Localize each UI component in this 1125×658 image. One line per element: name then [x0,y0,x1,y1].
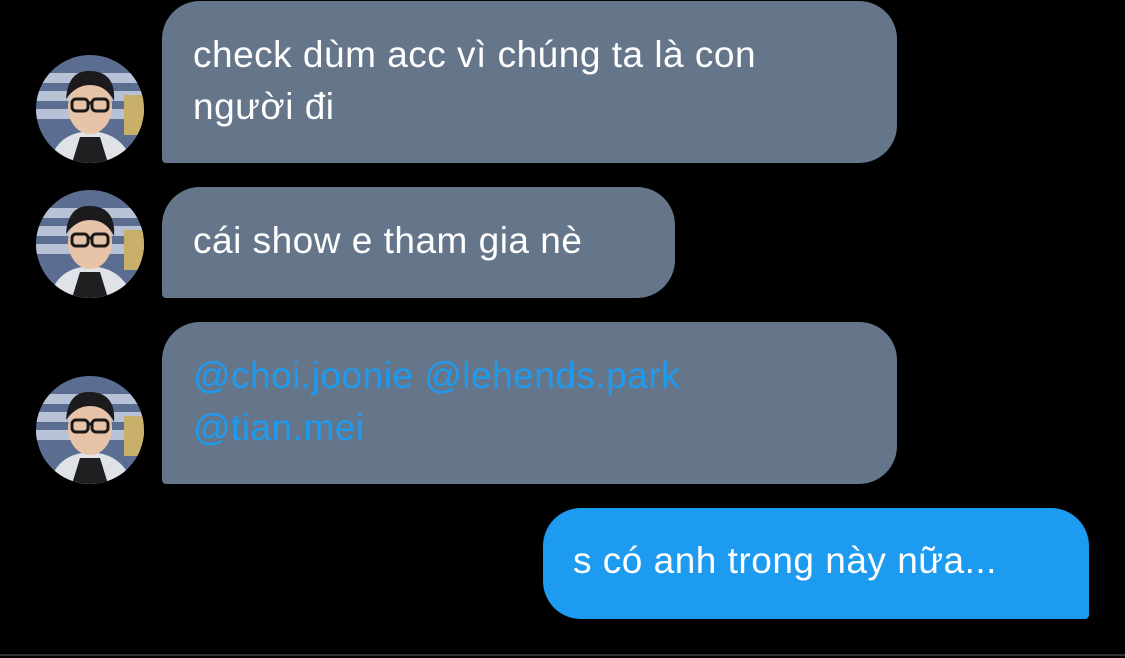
dm-conversation: check dùm acc vì chúng ta là con người đ… [0,0,1125,658]
message-bubble-incoming[interactable]: @choi.joonie @lehends.park @tian.mei [162,322,897,484]
message-text: cái show e tham gia nè [193,220,583,261]
message-text: s có anh trong này nữa... [573,540,997,581]
profile-photo-icon [36,376,144,484]
message-bubble-outgoing[interactable]: s có anh trong này nữa... [543,508,1089,619]
message-bubble-incoming[interactable]: cái show e tham gia nè [162,187,675,298]
message-bubble-incoming[interactable]: check dùm acc vì chúng ta là con người đ… [162,1,897,163]
mention-link[interactable]: @lehends.park [424,355,680,396]
avatar[interactable] [36,376,144,484]
message-text: check dùm acc vì chúng ta là con người đ… [193,34,757,127]
mention-link[interactable]: @tian.mei [193,407,365,448]
profile-photo-icon [36,190,144,298]
profile-photo-icon [36,55,144,163]
divider [0,654,1125,656]
avatar[interactable] [36,55,144,163]
mention-link[interactable]: @choi.joonie [193,355,413,396]
avatar[interactable] [36,190,144,298]
